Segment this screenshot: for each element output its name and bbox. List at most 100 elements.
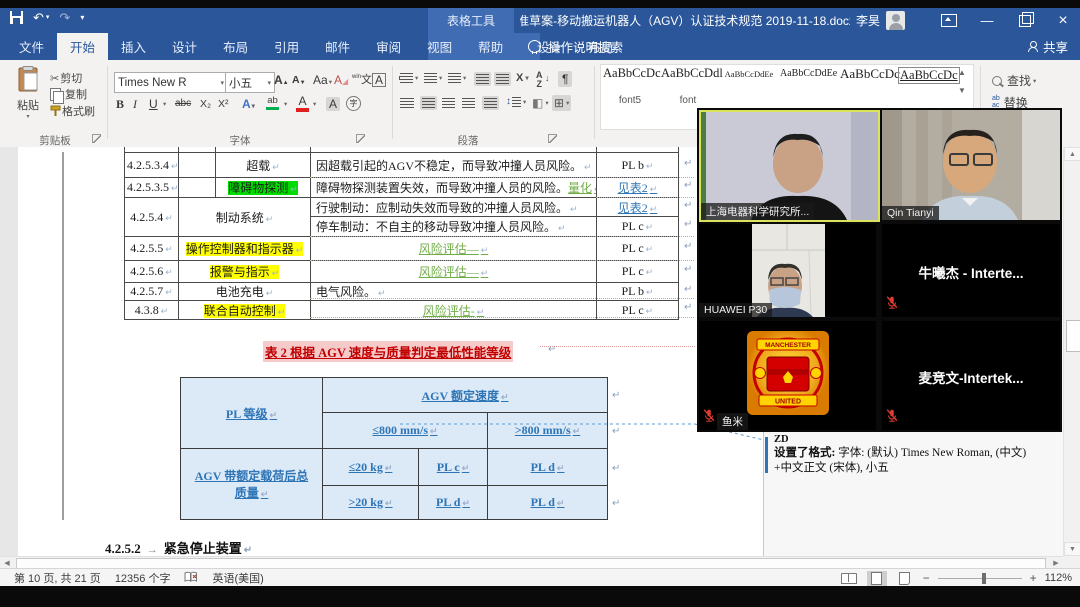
zoom-slider[interactable] [938,578,1022,579]
tab-home[interactable]: 开始 [57,33,108,60]
bold-button[interactable]: B [116,98,124,110]
tab-design[interactable]: 设计 [159,33,210,60]
grow-font-button[interactable]: A▲ [274,74,289,86]
font-color-dropdown-icon[interactable]: ▾ [312,102,316,109]
tab-mailings[interactable]: 邮件 [312,33,363,60]
vertical-scrollbar[interactable]: ▲ ▼ [1063,147,1080,556]
borders-button[interactable]: ⊞▾ [552,95,571,111]
account-area[interactable]: 李昊 [856,8,905,33]
multilevel-list-button[interactable]: ▾ [448,73,466,83]
revision-comment[interactable]: ZD 设置了格式: 字体: (默认) Times New Roman, (中文)… [774,433,1063,475]
video-tile-niu-xijie[interactable]: 牛曦杰 - Interte... [882,224,1060,317]
video-tile-qin-tianyi[interactable]: Qin Tianyi [882,110,1060,220]
proofing-icon[interactable] [184,571,198,586]
zoom-out-icon[interactable]: − [923,571,930,585]
participant-name: HUAWEI P30 [699,303,772,317]
font-name-combo[interactable]: Times New R▾ [114,72,228,93]
undo-icon[interactable]: ↶▾ [33,11,49,24]
clipboard-dialog-launcher-icon[interactable] [92,134,101,143]
video-conference-panel[interactable]: 上海电器科学研究所... Qin Tianyi [697,108,1062,432]
clear-format-button[interactable]: A◢ [334,74,348,86]
scroll-up-icon[interactable]: ▲ [1064,147,1080,161]
cut-button[interactable]: ✂ 剪切 [50,70,82,86]
risk-table[interactable]: 4.2.5.3.4 超载 因超载引起的AGV不稳定，而导致冲撞人员风险。 PL … [124,147,679,320]
close-icon[interactable]: × [1044,8,1080,33]
paste-button[interactable]: 粘贴 ▾ [10,66,46,122]
shrink-font-button[interactable]: A▼ [292,75,306,86]
character-border-button[interactable]: A [372,73,386,87]
increase-indent-button[interactable] [494,72,511,86]
tab-references[interactable]: 引用 [261,33,312,60]
justify-button[interactable] [462,98,475,108]
tab-layout[interactable]: 布局 [210,33,261,60]
underline-button[interactable]: U [149,98,158,110]
copy-button[interactable]: 复制 [50,86,87,102]
redo-icon[interactable]: ↷ [59,11,70,24]
phonetic-guide-button[interactable]: win文 [352,74,372,86]
format-painter-button[interactable]: 格式刷 [50,103,95,119]
scroll-down-icon[interactable]: ▼ [1064,542,1080,556]
italic-button[interactable]: I [133,98,137,110]
read-mode-icon[interactable] [839,571,859,586]
language-indicator[interactable]: 英语(美国) [212,570,263,586]
distribute-button[interactable] [484,98,497,108]
enclose-characters-button[interactable]: 字 [346,96,361,111]
tell-me-search[interactable]: 操作说明搜索 [528,33,623,60]
performance-level-table[interactable]: PL 等级 AGV 额定速度 ≤800 mm/s >800 mm/s AGV 带… [180,377,608,520]
minimize-icon[interactable]: — [968,8,1006,33]
sort-button[interactable]: AZ [536,71,543,88]
show-hide-marks-button[interactable]: ¶ [558,71,572,87]
vertical-scroll-thumb[interactable] [1066,320,1080,352]
video-tile-huawei-p30[interactable]: HUAWEI P30 [699,224,876,317]
underline-dropdown-icon[interactable]: ▾ [162,102,166,109]
find-button[interactable]: 查找 ▾ [992,72,1036,89]
zoom-in-icon[interactable]: + [1030,571,1037,585]
save-icon[interactable] [10,11,23,24]
highlight-color-button[interactable]: ab [266,96,279,110]
video-tile-shanghai[interactable]: 上海电器科学研究所... [699,110,880,222]
align-left-button[interactable] [400,98,414,108]
tab-view[interactable]: 视图 [414,33,465,60]
ribbon-display-options-icon[interactable] [930,8,968,33]
paragraph-dialog-launcher-icon[interactable] [548,134,557,143]
tab-insert[interactable]: 插入 [108,33,159,60]
share-button[interactable]: 共享 [1028,33,1068,60]
paste-dropdown-icon[interactable]: ▾ [10,113,46,120]
word-count[interactable]: 12356 个字 [115,570,171,586]
line-spacing-button[interactable]: ↕▾ [506,96,526,107]
tab-help[interactable]: 帮助 [465,33,516,60]
character-shading-button[interactable]: A [326,97,340,111]
decrease-indent-button[interactable] [474,72,491,86]
font-color-button[interactable]: A [296,95,309,112]
align-center-button[interactable] [422,98,435,108]
font-dialog-launcher-icon[interactable] [356,134,365,143]
tab-file[interactable]: 文件 [6,33,57,60]
qat-customize-icon[interactable]: ▾ [80,14,84,22]
subscript-button[interactable]: X₂ [200,99,211,110]
video-tile-yumi[interactable]: MANCHESTER UNITED 鱼米 [699,321,876,430]
text-effects-button[interactable]: A▾ [242,98,255,110]
video-tile-mai-jingwen[interactable]: 麦竞文-Intertek... [882,321,1060,430]
superscript-button[interactable]: X² [218,99,229,110]
styles-scroll-down-icon[interactable]: ▼ [958,86,966,95]
align-right-button[interactable] [442,98,455,108]
tab-review[interactable]: 审阅 [363,33,414,60]
print-layout-icon[interactable] [867,571,887,586]
asian-layout-button[interactable]: X▾ [516,72,529,84]
zoom-level[interactable]: 112% [1045,572,1072,584]
change-case-button[interactable]: Aa▾ [313,74,332,86]
zoom-slider-thumb[interactable] [982,573,986,584]
style-card[interactable]: AaBbCcDcfont5 [603,66,657,118]
avatar[interactable] [886,11,905,30]
numbering-button[interactable]: ▾ [424,73,442,83]
page-indicator[interactable]: 第 10 页, 共 21 页 [14,570,101,586]
shading-button[interactable]: ◧▾ [532,96,549,110]
font-size-combo[interactable]: 小五▾ [225,72,275,93]
highlight-dropdown-icon[interactable]: ▾ [283,102,287,109]
bullets-button[interactable]: ▾ [400,73,418,83]
web-layout-icon[interactable] [895,571,915,586]
strikethrough-button[interactable]: abc [175,99,191,109]
muted-mic-icon [886,296,898,314]
restore-icon[interactable] [1006,8,1044,33]
styles-scroll-up-icon[interactable]: ▲ [958,68,966,77]
